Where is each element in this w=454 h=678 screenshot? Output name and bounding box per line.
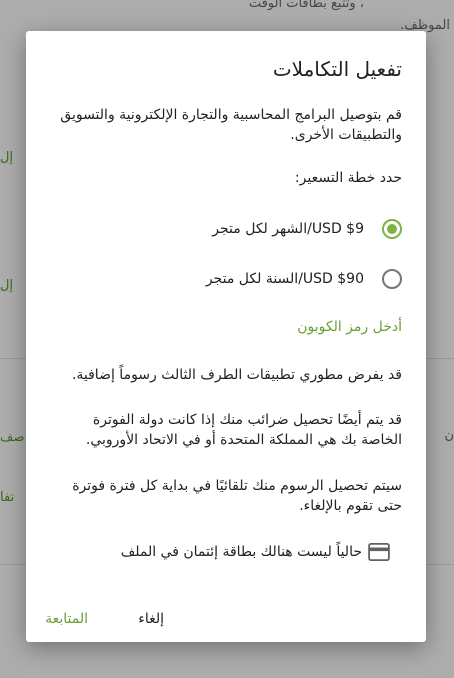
plan-monthly-radio[interactable] [382, 219, 402, 239]
credit-card-icon [368, 543, 390, 561]
credit-card-status-text: حالياً ليست هنالك بطاقة إئتمان في الملف [120, 544, 362, 560]
plan-yearly-option[interactable]: USD $90/السنة لكل متجر [50, 267, 402, 291]
pricing-prompt: حدد خطة التسعير: [294, 170, 402, 186]
third-party-fees-notice: قد يفرض مطوري تطبيقات الطرف الثالث رسوما… [71, 367, 402, 383]
activate-integrations-dialog: تفعيل التكاملات قم بتوصيل البرامج المحاس… [26, 31, 426, 642]
plan-yearly-radio[interactable] [382, 269, 402, 289]
enter-coupon-link[interactable]: أدخل رمز الكوبون [297, 319, 402, 335]
dialog-title: تفعيل التكاملات [272, 57, 402, 81]
continue-button[interactable]: المتابعة [37, 607, 96, 631]
credit-card-status: حالياً ليست هنالك بطاقة إئتمان في الملف [121, 543, 390, 561]
plan-yearly-label: USD $90/السنة لكل متجر [205, 271, 364, 287]
auto-billing-notice: سيتم تحصيل الرسوم منك تلقائيًا في بداية … [72, 478, 402, 514]
tax-notice: قد يتم أيضًا تحصيل ضرائب منك إذا كانت دو… [85, 412, 402, 448]
plan-monthly-option[interactable]: USD $9/الشهر لكل متجر [50, 217, 402, 241]
cancel-button[interactable]: إلغاء [130, 607, 172, 631]
plan-monthly-label: USD $9/الشهر لكل متجر [212, 221, 364, 237]
dialog-intro: قم بتوصيل البرامج المحاسبية والتجارة الإ… [60, 107, 402, 143]
